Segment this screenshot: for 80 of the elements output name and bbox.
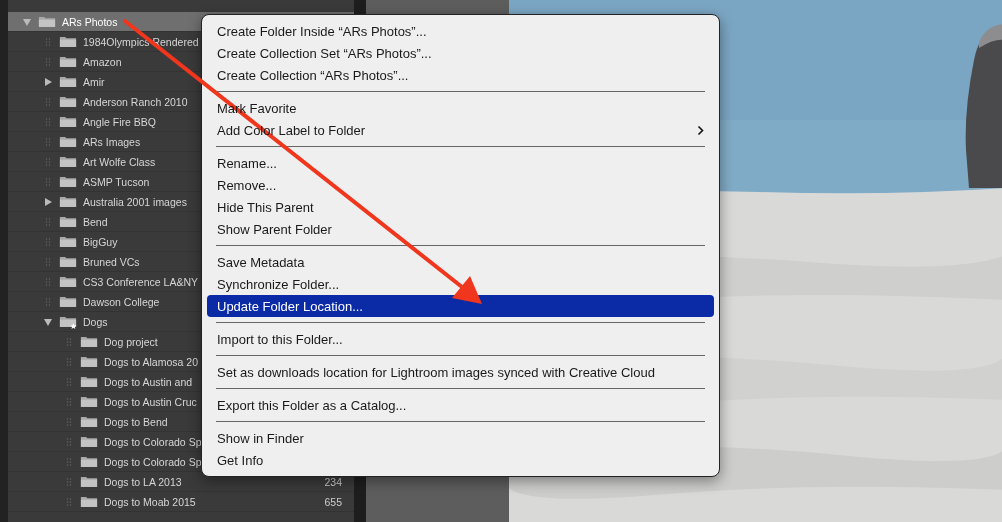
grip-icon [66,357,72,366]
grip-icon [66,497,72,506]
folder-icon [59,155,77,168]
photo-count: 655 [324,495,342,508]
folder-name: Dogs to Moab 2015 [104,495,196,508]
folder-name: Dogs to Alamosa 20 [104,355,198,368]
folder-name: Dogs to Colorado Sp [104,455,202,468]
folder-name: Bruned VCs [83,255,140,268]
folder-name: ARs Photos [62,15,118,28]
folder-name: BigGuy [83,235,118,248]
folder-icon [80,435,98,448]
grip-icon [45,217,51,226]
grip-icon [45,137,51,146]
folder-icon [59,35,77,48]
folder-name: Art Wolfe Class [83,155,156,168]
folder-name: ASMP Tucson [83,175,150,188]
folder-icon [80,415,98,428]
folder-name: Dogs [83,315,108,328]
folder-icon [80,455,98,468]
folder-icon [59,215,77,228]
grip-icon [45,57,51,66]
grip-icon [45,277,51,286]
folder-icon [38,15,56,28]
folder-name: Amazon [83,55,122,68]
grip-icon [66,337,72,346]
folder-icon [59,95,77,108]
folder-name: Angle Fire BBQ [83,115,156,128]
menu-item[interactable]: Update Folder Location... [207,295,714,317]
photo-count: 234 [324,475,342,488]
folder-name: Anderson Ranch 2010 [83,95,188,108]
folder-name: Dogs to LA 2013 [104,475,182,488]
chevron-icon [697,124,704,136]
folder-icon [59,255,77,268]
folder-icon [59,235,77,248]
grip-icon [45,177,51,186]
grip-icon [66,377,72,386]
favorite-folder-icon [59,315,77,328]
folder-icon [59,55,77,68]
folder-icon [80,495,98,508]
folder-name: Dogs to Austin and [104,375,193,388]
collapse-triangle-icon[interactable] [43,316,53,327]
folder-icon [59,135,77,148]
folder-name: Amir [83,75,105,88]
folder-row[interactable]: Dogs to Moab 2015 655 [8,492,354,512]
folder-icon [59,275,77,288]
grip-icon [66,397,72,406]
folder-name: 1984Olympics Rendered [83,35,199,48]
folder-name: Australia 2001 images [83,195,187,208]
grip-icon [66,417,72,426]
folder-icon [59,115,77,128]
folder-name: Dogs to Colorado Sp [104,435,202,448]
grip-icon [45,257,51,266]
folder-name: Bend [83,215,108,228]
folder-icon [80,395,98,408]
grip-icon [45,237,51,246]
folder-name: Dogs to Austin Cruc [104,395,197,408]
folder-icon [80,355,98,368]
grip-icon [45,37,51,46]
collapse-triangle-icon[interactable] [22,16,32,27]
folder-icon [59,295,77,308]
folder-name: ARs Images [83,135,141,148]
folder-icon [59,75,77,88]
grip-icon [45,117,51,126]
folder-name: Dog project [104,335,158,348]
folder-name: CS3 Conference LA&NY [83,275,198,288]
grip-icon [66,437,72,446]
folder-icon [80,475,98,488]
folder-icon [59,195,77,208]
grip-icon [66,457,72,466]
grip-icon [66,477,72,486]
folder-name: Dawson College [83,295,160,308]
expand-triangle-icon[interactable] [43,76,53,87]
folder-name: Dogs to Bend [104,415,168,428]
grip-icon [45,297,51,306]
grip-icon [45,97,51,106]
folder-icon [80,375,98,388]
folder-icon [80,335,98,348]
folder-icon [59,175,77,188]
grip-icon [45,157,51,166]
expand-triangle-icon[interactable] [43,196,53,207]
